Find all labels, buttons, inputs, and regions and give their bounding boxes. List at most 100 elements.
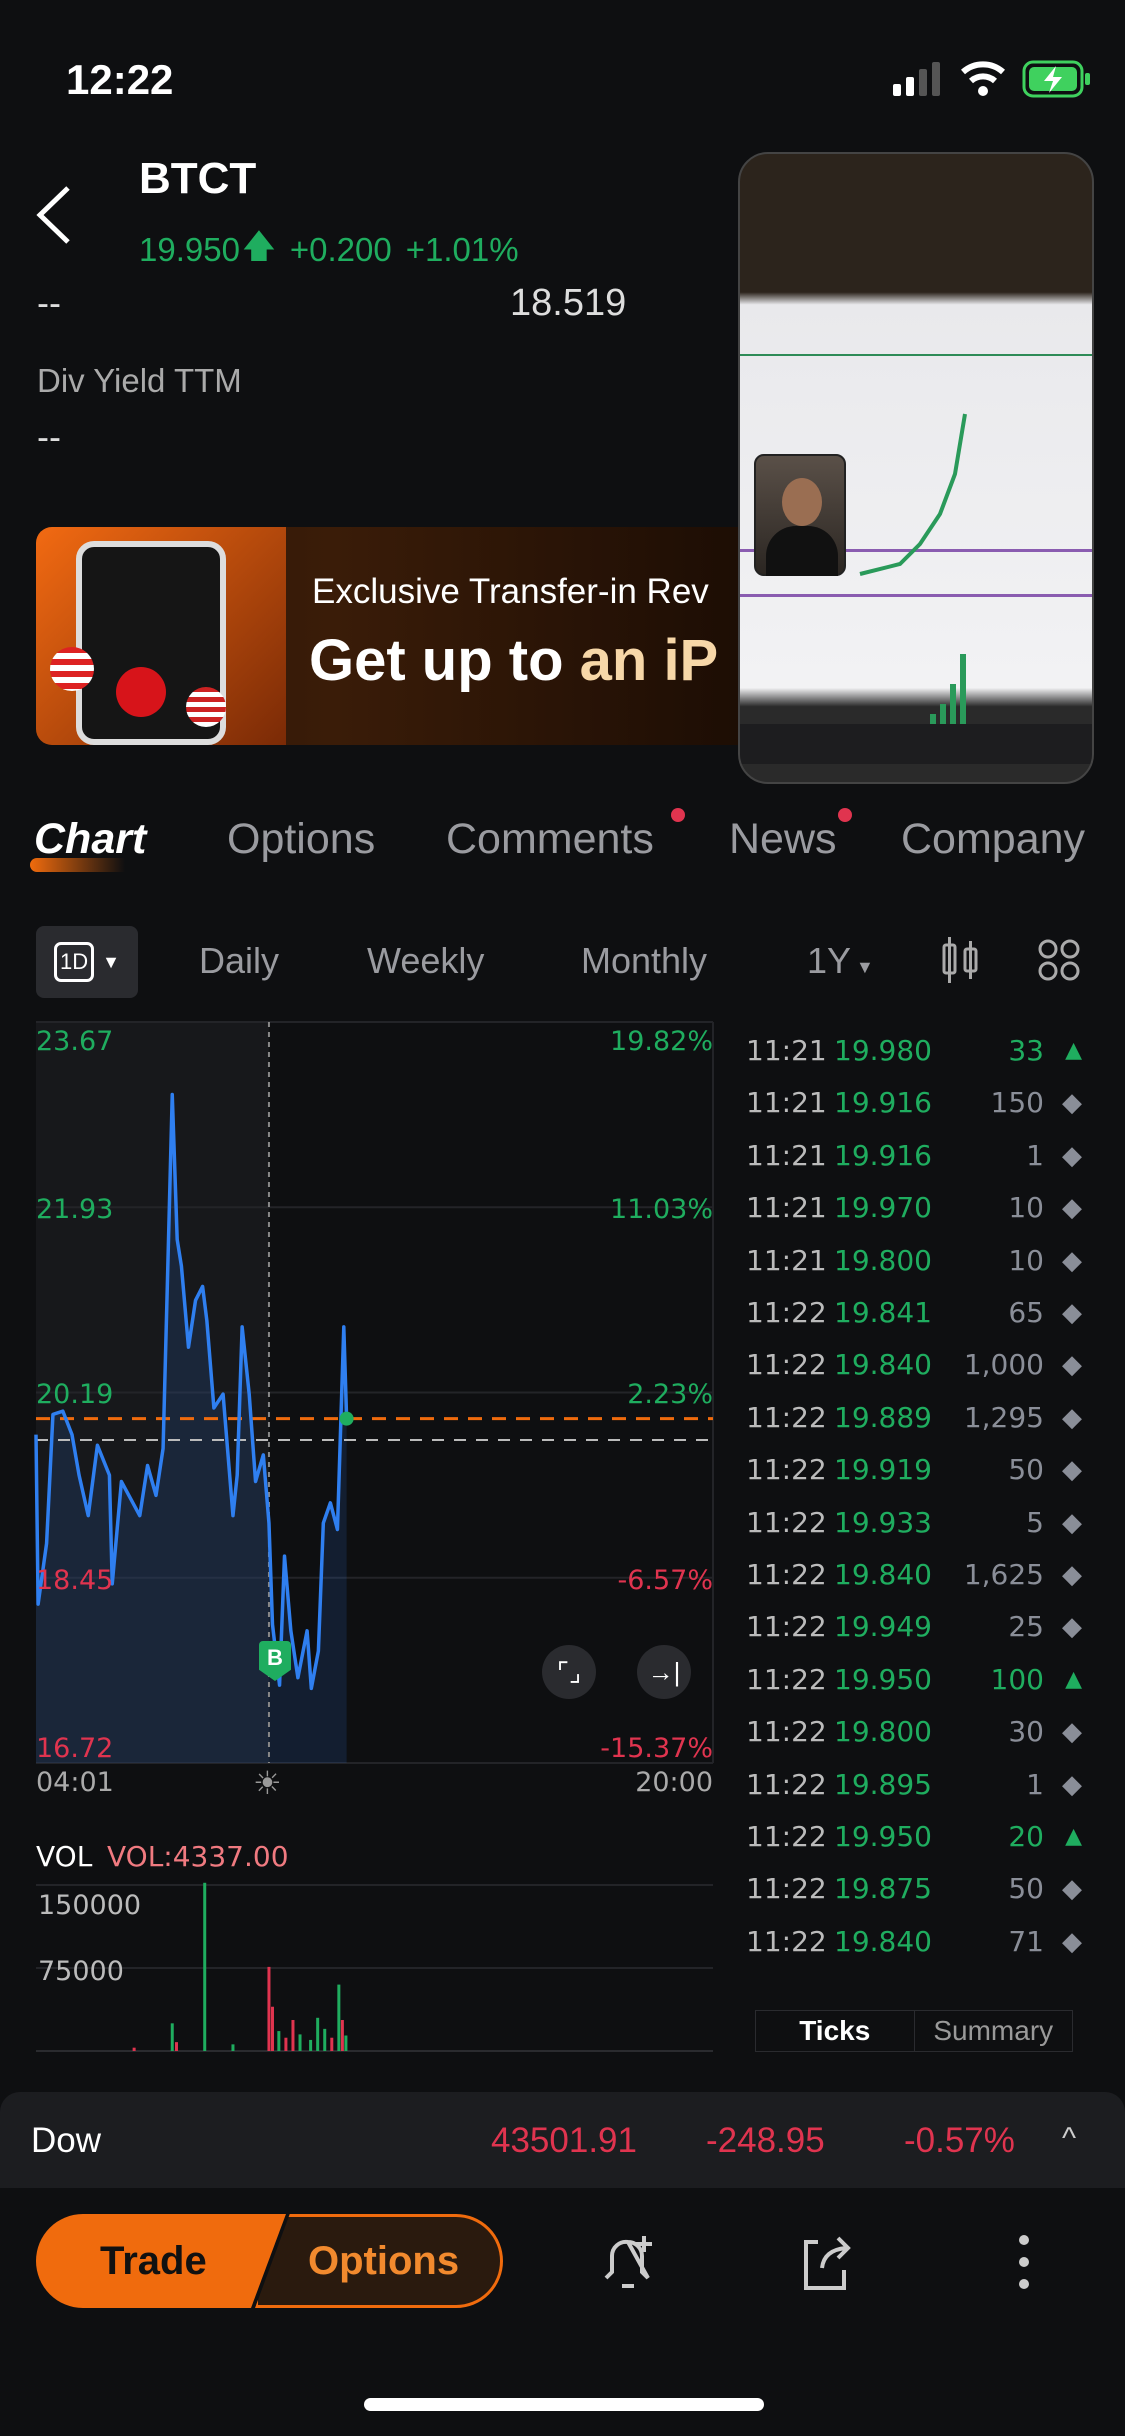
tick-time: 11:22: [746, 1872, 827, 1906]
tick-price: 19.895: [834, 1767, 932, 1801]
tick-price: 19.950: [834, 1820, 932, 1853]
tick-time: 11:21: [746, 1243, 827, 1277]
y-tick-right: -6.57%: [617, 1565, 713, 1596]
tick-time: 11:22: [746, 1924, 827, 1958]
tick-time: 11:21: [746, 1034, 827, 1067]
tick-row: 11:22 19.841 65 ◆: [746, 1296, 1086, 1348]
tick-volume: 50: [1008, 1453, 1044, 1487]
diamond-icon: ◆: [1062, 1088, 1082, 1119]
wifi-icon: [960, 60, 1006, 101]
tick-price: 19.919: [834, 1453, 932, 1487]
tick-volume: 1: [1026, 1138, 1044, 1172]
promo-image: [36, 527, 286, 745]
candlestick-icon[interactable]: [940, 935, 980, 990]
tick-row: 11:22 19.840 1,625 ◆: [746, 1558, 1086, 1610]
tab-chart[interactable]: Chart: [34, 815, 146, 864]
tab-options[interactable]: Options: [227, 815, 375, 864]
tick-price: 19.916: [834, 1138, 932, 1172]
diamond-icon: ◆: [1062, 1560, 1082, 1590]
options-button[interactable]: Options: [255, 2214, 503, 2308]
price-change: +0.200: [289, 231, 392, 268]
tick-volume: 1,000: [963, 1348, 1044, 1382]
tick-row: 11:22 19.950 100 ▲: [746, 1663, 1086, 1715]
volume-bar: [231, 2044, 235, 2051]
tick-time: 11:22: [746, 1296, 827, 1329]
volume-bar: [132, 2047, 136, 2051]
tick-row: 11:21 19.970 10 ◆: [746, 1191, 1086, 1243]
diamond-icon: ◆: [1062, 1769, 1082, 1800]
tick-time: 11:22: [746, 1348, 827, 1382]
tab-summary[interactable]: Summary: [915, 2011, 1073, 2051]
chevron-up-icon[interactable]: ^: [1062, 2122, 1076, 2156]
tab-company[interactable]: Company: [901, 815, 1085, 864]
tick-row: 11:22 19.889 1,295 ◆: [746, 1401, 1086, 1453]
tick-price: 19.800: [834, 1243, 932, 1277]
diamond-icon: ◆: [1062, 1298, 1082, 1328]
div-yield-value: --: [37, 416, 61, 457]
layout-grid-icon[interactable]: [1038, 939, 1080, 986]
share-icon[interactable]: [796, 2230, 856, 2299]
back-button[interactable]: [30, 180, 80, 250]
home-indicator[interactable]: [364, 2398, 764, 2411]
y-tick-left: 21.93: [36, 1194, 114, 1225]
tick-row: 11:22 19.919 50 ◆: [746, 1453, 1086, 1505]
diamond-icon: ◆: [1062, 1350, 1082, 1381]
tick-time: 11:22: [746, 1505, 827, 1539]
tick-row: 11:22 19.840 71 ◆: [746, 1925, 1086, 1977]
y-tick-right: 2.23%: [627, 1379, 713, 1410]
tick-row: 11:22 19.840 1,000 ◆: [746, 1348, 1086, 1400]
add-alert-bell-icon[interactable]: [598, 2230, 658, 2299]
tab-comments[interactable]: Comments: [446, 815, 654, 864]
period-monthly[interactable]: Monthly: [581, 940, 707, 982]
volume-bar: [170, 2023, 174, 2051]
tick-volume: 30: [1008, 1715, 1044, 1749]
tick-time: 11:22: [746, 1558, 827, 1591]
tick-volume: 100: [990, 1662, 1044, 1696]
tick-price: 19.800: [834, 1715, 932, 1749]
tab-ticks[interactable]: Ticks: [756, 2011, 915, 2051]
trade-button[interactable]: Trade: [36, 2214, 286, 2308]
diamond-icon: ◆: [1062, 1402, 1082, 1433]
up-arrow-icon: 🡅: [241, 227, 276, 264]
tick-volume: 10: [1008, 1243, 1044, 1277]
index-value: 43501.91: [491, 2121, 637, 2160]
tab-news[interactable]: News: [729, 815, 837, 864]
tick-volume: 50: [1008, 1872, 1044, 1906]
tick-time: 11:22: [746, 1820, 827, 1853]
interval-dropdown[interactable]: 1D ▼: [36, 926, 138, 998]
tick-time: 11:22: [746, 1715, 827, 1749]
tick-time: 11:22: [746, 1662, 827, 1696]
tick-price: 19.980: [834, 1034, 932, 1067]
volume-value: VOL:4337.00: [107, 1840, 289, 1873]
pip-video[interactable]: [738, 152, 1094, 784]
promo-line1: Exclusive Transfer-in Rev: [312, 572, 709, 611]
promo-banner[interactable]: Exclusive Transfer-in Rev Get up to an i…: [36, 527, 776, 745]
jump-to-latest-button[interactable]: →|: [637, 1645, 691, 1699]
y-tick-right: -15.37%: [600, 1733, 713, 1764]
tab-active-indicator: [30, 858, 125, 872]
volume-bar: [323, 2028, 327, 2051]
tick-volume: 20: [1008, 1820, 1044, 1853]
status-time: 12:22: [66, 56, 174, 103]
tick-time: 11:21: [746, 1191, 827, 1225]
y-tick-left: 16.72: [36, 1733, 114, 1764]
x-tick: 04:01: [36, 1767, 114, 1798]
tick-row: 11:22 19.800 30 ◆: [746, 1715, 1086, 1767]
period-weekly[interactable]: Weekly: [367, 940, 484, 982]
tick-volume: 65: [1008, 1296, 1044, 1329]
x-tick: 20:00: [635, 1767, 713, 1798]
tick-row: 11:22 19.949 25 ◆: [746, 1610, 1086, 1662]
tick-time: 11:22: [746, 1400, 827, 1434]
tick-volume: 71: [1008, 1924, 1044, 1958]
fullscreen-button[interactable]: ⌜⌟: [542, 1645, 596, 1699]
tick-volume: 1: [1026, 1767, 1044, 1801]
price-change-pct: +1.01%: [405, 231, 519, 268]
range-dropdown[interactable]: 1Y ▼: [807, 940, 874, 982]
y-tick-left: 23.67: [36, 1026, 114, 1057]
tick-volume: 5: [1026, 1505, 1044, 1539]
index-bar[interactable]: Dow 43501.91 -248.95 -0.57% ^: [0, 2092, 1125, 2188]
more-options-icon[interactable]: [1016, 2234, 1032, 2295]
tick-price: 19.916: [834, 1086, 932, 1120]
period-daily[interactable]: Daily: [199, 940, 279, 982]
current-price-dot: [339, 1411, 354, 1426]
